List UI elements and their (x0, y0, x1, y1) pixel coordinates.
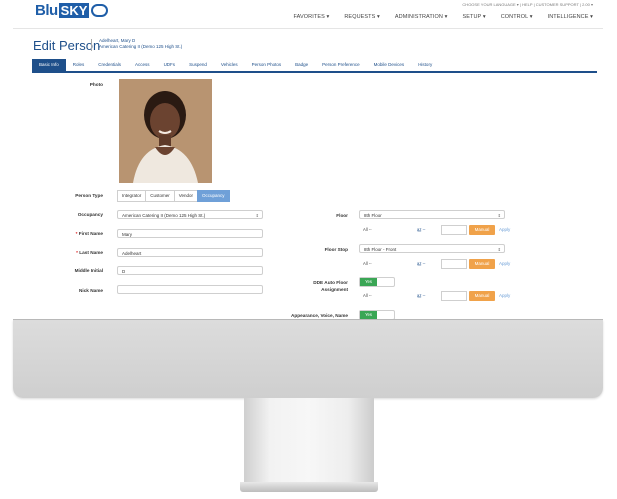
floor-stop-all-filter[interactable]: All -- (363, 261, 372, 266)
person-photo[interactable] (119, 79, 212, 183)
tab-access[interactable]: Access (128, 59, 157, 71)
dde-label-line1: DDE Auto Floor (313, 280, 348, 285)
tab-suspend[interactable]: Suspend (182, 59, 214, 71)
dde-label-line2: Assignment (321, 287, 348, 292)
dde-manual-button[interactable]: Manual (469, 291, 495, 301)
nick-name-field[interactable] (117, 285, 263, 294)
person-type-label: Person Type (75, 193, 103, 198)
select-caret-icon: ⇕ (497, 247, 501, 252)
floor-stop-label: Floor Stop (324, 247, 348, 252)
cloud-icon (91, 4, 109, 17)
tab-bar: Basic Info Roles Credentials Access UDFs… (32, 59, 597, 73)
person-type-vendor[interactable]: Vendor (173, 190, 199, 202)
last-name-label-text: Last Name (79, 250, 103, 255)
occupancy-value: American Catering II (Demo 125 High St.) (122, 213, 206, 218)
dde-toggle-yes: Yes (360, 278, 377, 286)
dde-toggle[interactable]: Yes (359, 277, 395, 287)
middle-initial-label: Middle Initial (74, 268, 103, 273)
floor-value: 8th Floor (364, 213, 382, 218)
main-nav: FAVORITES ▾ REQUESTS ▾ ADMINISTRATION ▾ … (294, 14, 594, 20)
appearance-toggle[interactable]: Yes (359, 310, 395, 320)
tab-person-preference[interactable]: Person Preference (315, 59, 367, 71)
monitor-chin (13, 320, 603, 398)
monitor-foot (240, 482, 378, 492)
floor-apply-link[interactable]: Apply (499, 227, 510, 232)
nav-favorites[interactable]: FAVORITES ▾ (294, 14, 330, 20)
person-type-customer[interactable]: Customer (145, 190, 175, 202)
person-type-selector: Integrator Customer Vendor Occupancy (117, 190, 230, 202)
photo-label: Photo (89, 82, 103, 87)
nav-administration[interactable]: ADMINISTRATION ▾ (395, 14, 448, 20)
dde-all-filter[interactable]: All -- (363, 293, 372, 298)
appearance-label: Appearance, Voice, Name (291, 313, 348, 318)
floor-stop-apply-link[interactable]: Apply (499, 261, 510, 266)
tab-basic-info[interactable]: Basic Info (32, 59, 66, 71)
bluesky-logo[interactable]: Blu SKY (35, 2, 109, 19)
tab-credentials[interactable]: Credentials (91, 59, 128, 71)
floor-all-filter[interactable]: All -- (363, 227, 372, 232)
middle-initial-field[interactable]: D (117, 266, 263, 275)
utility-links[interactable]: CHOOSE YOUR LANGUAGE ▾ | HELP | CUSTOMER… (462, 2, 593, 7)
nav-intelligence[interactable]: INTELLIGENCE ▾ (548, 14, 593, 20)
select-caret-icon: ⇕ (255, 213, 259, 218)
person-portrait-icon (119, 79, 212, 183)
last-name-label: * Last Name (76, 250, 103, 255)
tab-person-photos[interactable]: Person Photos (245, 59, 289, 71)
floor-sort-icon[interactable]: a͟z -- (417, 227, 425, 232)
title-divider (91, 39, 92, 51)
tab-mobile-devices[interactable]: Mobile Devices (367, 59, 412, 71)
floor-stop-sort-icon[interactable]: a͟z -- (417, 261, 425, 266)
last-name-field[interactable]: Adelheart (117, 248, 263, 257)
floor-stop-select[interactable]: 8th Floor - Front ⇕ (359, 244, 505, 253)
logo-text-sky: SKY (58, 3, 90, 18)
first-name-label: * First Name (75, 231, 103, 236)
person-type-integrator[interactable]: Integrator (117, 190, 147, 202)
dde-manual-input[interactable] (441, 291, 467, 301)
floor-select[interactable]: 8th Floor ⇕ (359, 210, 505, 219)
person-info: Adelheart, Mary D American Catering II (… (99, 38, 182, 50)
floor-manual-button[interactable]: Manual (469, 225, 495, 235)
nick-name-label: Nick Name (79, 288, 103, 293)
floor-stop-manual-input[interactable] (441, 259, 467, 269)
appearance-toggle-yes: Yes (360, 311, 377, 319)
monitor-screen: Blu SKY CHOOSE YOUR LANGUAGE ▾ | HELP | … (13, 0, 603, 320)
occupancy-select[interactable]: American Catering II (Demo 125 High St.)… (117, 210, 263, 219)
first-name-label-text: First Name (78, 231, 103, 236)
occupancy-label: Occupancy (77, 212, 103, 217)
nav-requests[interactable]: REQUESTS ▾ (344, 14, 380, 20)
dde-sort-icon[interactable]: a͟z -- (417, 293, 425, 298)
floor-stop-value: 8th Floor - Front (364, 247, 397, 252)
tab-roles[interactable]: Roles (66, 59, 92, 71)
floor-stop-manual-button[interactable]: Manual (469, 259, 495, 269)
person-org: American Catering II (Demo 125 High St.) (99, 44, 183, 49)
nav-control[interactable]: CONTROL ▾ (501, 14, 533, 20)
tab-history[interactable]: History (411, 59, 439, 71)
first-name-field[interactable]: Mary (117, 229, 263, 238)
monitor-stand (244, 398, 374, 486)
floor-manual-input[interactable] (441, 225, 467, 235)
top-bar: Blu SKY CHOOSE YOUR LANGUAGE ▾ | HELP | … (13, 0, 603, 29)
tab-udfs[interactable]: UDFs (157, 59, 183, 71)
tab-badge[interactable]: Badge (288, 59, 315, 71)
logo-text-blu: Blu (35, 2, 58, 19)
tab-vehicles[interactable]: Vehicles (214, 59, 245, 71)
person-type-occupancy[interactable]: Occupancy (197, 190, 230, 202)
select-caret-icon: ⇕ (497, 213, 501, 218)
floor-label: Floor (336, 213, 348, 218)
dde-apply-link[interactable]: Apply (499, 293, 510, 298)
nav-setup[interactable]: SETUP ▾ (462, 14, 485, 20)
